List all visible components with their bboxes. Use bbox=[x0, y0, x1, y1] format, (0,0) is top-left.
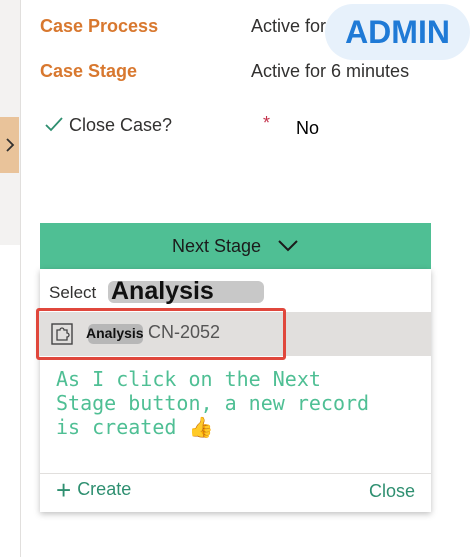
create-label: Create bbox=[77, 479, 132, 499]
required-marker: * bbox=[263, 113, 271, 133]
case-stage-value: Active for 6 minutes bbox=[251, 61, 410, 81]
plus-icon: + bbox=[56, 474, 72, 505]
expand-panel-button[interactable] bbox=[0, 117, 19, 173]
left-panel-lower bbox=[0, 245, 21, 557]
close-case-label: Close Case? bbox=[69, 115, 173, 135]
case-stage-label: Case Stage bbox=[40, 61, 138, 81]
create-button[interactable]: + Create bbox=[56, 474, 132, 505]
case-process-label: Case Process bbox=[40, 16, 159, 36]
next-stage-label: Next Stage bbox=[171, 235, 262, 256]
admin-badge: ADMIN bbox=[325, 4, 470, 60]
close-case-value[interactable]: No bbox=[296, 118, 319, 139]
chevron-right-icon bbox=[5, 138, 14, 152]
checkmark-icon bbox=[45, 117, 63, 132]
select-label: Select bbox=[49, 283, 97, 302]
next-stage-dropdown: Select Analysis Analysis CN-2052 As I cl… bbox=[40, 269, 431, 512]
close-button[interactable]: Close bbox=[369, 481, 415, 502]
select-entity-name: Analysis bbox=[111, 277, 214, 305]
chevron-down-icon bbox=[278, 240, 298, 252]
highlight-box bbox=[36, 308, 286, 360]
case-process-value: Active for bbox=[251, 16, 327, 36]
annotation-text: As I click on the Next Stage button, a n… bbox=[56, 367, 370, 439]
dropdown-divider bbox=[40, 473, 431, 474]
next-stage-button[interactable]: Next Stage bbox=[40, 223, 431, 269]
